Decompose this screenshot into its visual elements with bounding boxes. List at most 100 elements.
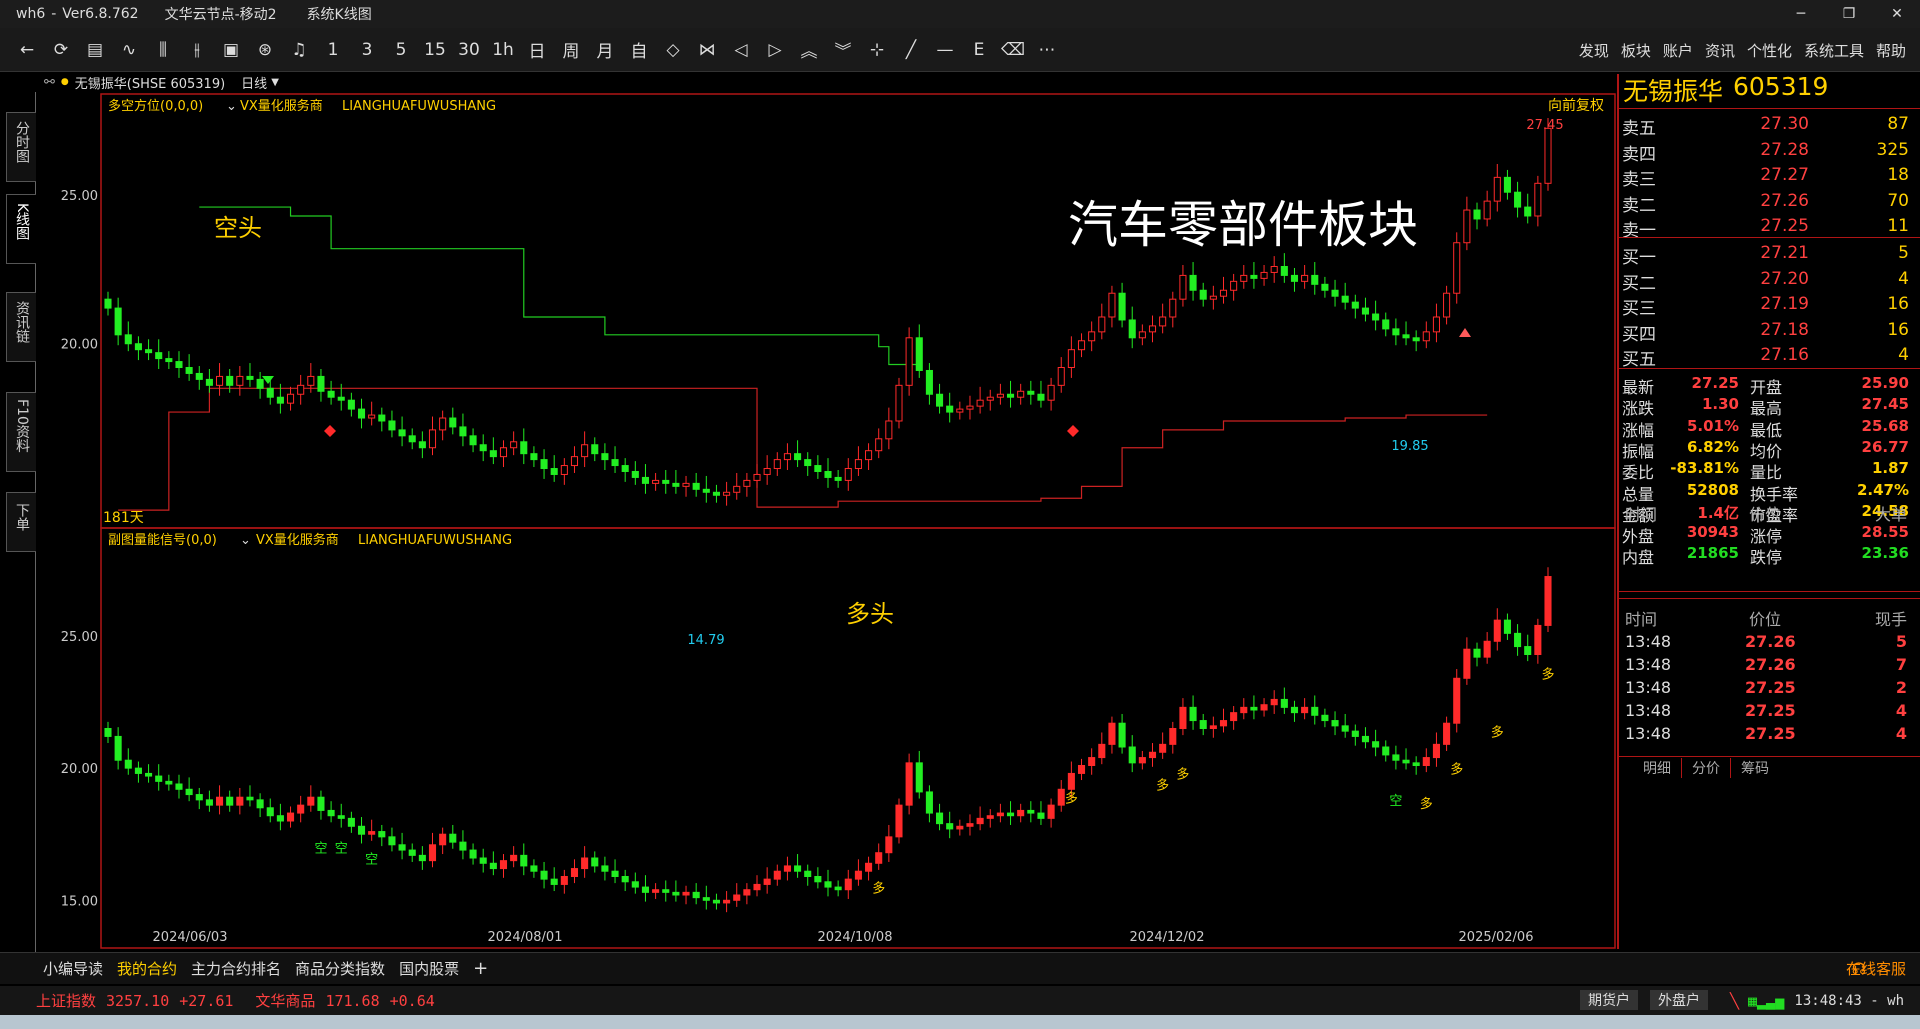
zoom-out-icon[interactable]: ◇ <box>656 34 690 66</box>
menu-sector[interactable]: 板块 <box>1621 40 1651 61</box>
candle <box>885 407 893 450</box>
candle <box>1128 306 1136 349</box>
candle <box>1493 163 1501 212</box>
period-30[interactable]: 30 <box>452 34 486 66</box>
close-icon[interactable]: ✕ <box>1874 0 1920 28</box>
index-1-name[interactable]: 上证指数 <box>36 990 96 1011</box>
hline-icon[interactable]: — <box>928 34 962 66</box>
tab-domestic-stocks[interactable]: 国内股票 <box>392 958 466 979</box>
candle <box>1290 267 1299 292</box>
tab-detail[interactable]: 明细 <box>1633 758 1682 778</box>
tick-header: 时间 价位 现手 <box>1625 610 1907 629</box>
sub-candle <box>327 801 335 823</box>
menu-discover[interactable]: 发现 <box>1579 40 1609 61</box>
candle <box>428 416 437 456</box>
period-1[interactable]: 1 <box>316 34 350 66</box>
sub-candle <box>763 867 771 894</box>
menu-news[interactable]: 资讯 <box>1705 40 1735 61</box>
more-icon[interactable]: ⋯ <box>1030 34 1064 66</box>
add-tab-button[interactable]: + <box>466 958 495 979</box>
candle <box>1088 321 1096 352</box>
refresh-icon[interactable]: ⟳ <box>44 34 78 66</box>
candle <box>1148 315 1157 343</box>
sub-candle <box>1402 748 1410 770</box>
futures-account-button[interactable]: 期货户 <box>1580 990 1638 1010</box>
period-3[interactable]: 3 <box>350 34 384 66</box>
candle <box>104 291 112 316</box>
foreign-account-button[interactable]: 外盘户 <box>1650 990 1708 1010</box>
tick-volume: 4 <box>1895 701 1907 720</box>
alert-icon[interactable]: ♫ <box>282 34 316 66</box>
tab-editor-guide[interactable]: 小编导读 <box>36 958 110 979</box>
server-node[interactable]: 文华云节点-移动2 <box>165 4 277 24</box>
eraser-icon[interactable]: ⌫ <box>996 34 1030 66</box>
tab-main-contract-rank[interactable]: 主力合约排名 <box>184 958 288 979</box>
candle <box>875 428 883 459</box>
candle <box>976 386 984 414</box>
period-custom[interactable]: 自 <box>622 34 656 66</box>
tab-price-split[interactable]: 分价 <box>1682 758 1731 778</box>
sync-icon[interactable]: ⊛ <box>248 34 282 66</box>
draw-line-icon[interactable]: ╱ <box>894 34 928 66</box>
period-month[interactable]: 月 <box>588 34 622 66</box>
scroll-down-icon[interactable]: ︾ <box>826 34 860 66</box>
scroll-left-icon[interactable]: ◁ <box>724 34 758 66</box>
scroll-up-icon[interactable]: ︽ <box>792 34 826 66</box>
period-5[interactable]: 5 <box>384 34 418 66</box>
period-day[interactable]: 日 <box>520 34 554 66</box>
ask-price: 27.25 <box>1760 216 1809 236</box>
menu-personalize[interactable]: 个性化 <box>1747 40 1792 61</box>
tick-time: 13:48 <box>1625 632 1672 651</box>
timeshare-icon[interactable]: ∿ <box>112 34 146 66</box>
quote-list-icon[interactable]: ▤ <box>78 34 112 66</box>
tab-my-contracts[interactable]: 我的合约 <box>110 958 184 979</box>
candle <box>459 413 467 447</box>
tab-chips[interactable]: 筹码 <box>1731 758 1779 778</box>
minimize-icon[interactable]: ─ <box>1778 0 1824 28</box>
period-1h[interactable]: 1h <box>486 34 520 66</box>
kline-icon[interactable]: ▣ <box>214 34 248 66</box>
period-label[interactable]: 日线 <box>241 73 267 92</box>
bar-icon[interactable]: ⫲ <box>180 34 214 66</box>
chevron-down-icon[interactable]: ▼ <box>271 77 279 88</box>
app-name: wh6 <box>16 6 46 22</box>
candle <box>1331 279 1339 307</box>
online-service[interactable]: 在线客服 <box>1846 958 1906 979</box>
sub-candle <box>621 869 629 892</box>
candle <box>1311 262 1319 295</box>
tab-commodity-index[interactable]: 商品分类指数 <box>288 958 392 979</box>
chevron-down-icon[interactable]: ⌄ <box>240 533 251 548</box>
sub-candle <box>865 856 873 881</box>
candle-icon[interactable]: ⫼ <box>146 34 180 66</box>
period-week[interactable]: 周 <box>554 34 588 66</box>
instrument-bar: ⚯ ● 无锡振华(SHSE 605319) 日线 ▼ <box>0 72 1610 92</box>
back-icon[interactable]: ← <box>10 34 44 66</box>
adjust-mode[interactable]: 向前复权 <box>1548 97 1604 114</box>
menu-account[interactable]: 账户 <box>1663 40 1693 61</box>
kline-chart-area[interactable]: 25.0020.00 25.0020.0015.00 空空空多多多多多空多多多 … <box>0 92 1617 952</box>
menu-help[interactable]: 帮助 <box>1876 40 1906 61</box>
main-indicator-name[interactable]: 多空方位(0,0,0) <box>108 98 203 114</box>
restore-icon[interactable]: ❐ <box>1826 0 1872 28</box>
sub-candle <box>499 854 508 878</box>
sub-candle <box>1524 634 1532 662</box>
sub-candle <box>591 851 599 873</box>
index-2-name[interactable]: 文华商品 <box>255 990 315 1011</box>
zoom-in-icon[interactable]: ⋈ <box>690 34 724 66</box>
period-15[interactable]: 15 <box>418 34 452 66</box>
scroll-right-icon[interactable]: ▷ <box>758 34 792 66</box>
sub-candle <box>875 843 883 870</box>
quote-panel: 无锡振华 605319 卖五 27.30 87 卖四 27.28 325 卖三 27.27 18… <box>1617 72 1920 949</box>
instrument-name[interactable]: 无锡振华(SHSE 605319) <box>75 73 225 92</box>
stat-value: 23.36 <box>1861 544 1909 563</box>
ask-row: 卖五 27.30 87 <box>1619 111 1919 139</box>
formula-icon[interactable]: Ε <box>962 34 996 66</box>
sub-candle <box>1392 745 1400 770</box>
sub-candle <box>753 875 761 897</box>
candle <box>165 351 173 369</box>
chevron-down-icon[interactable]: ⌄ <box>226 99 237 114</box>
menu-system-tools[interactable]: 系统工具 <box>1804 40 1864 61</box>
link-icon[interactable]: ⚯ <box>44 75 55 90</box>
crosshair-icon[interactable]: ⊹ <box>860 34 894 66</box>
sub-indicator-name[interactable]: 副图量能信号(0,0) <box>108 533 217 548</box>
